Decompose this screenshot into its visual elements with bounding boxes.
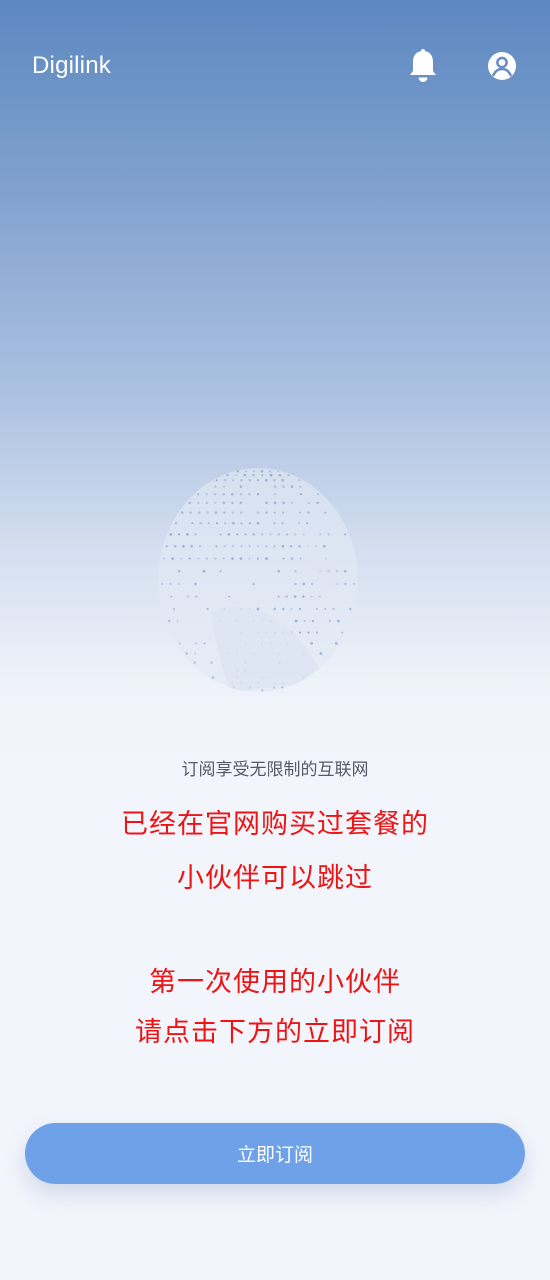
- app-title: Digilink: [32, 52, 111, 79]
- account-circle-icon[interactable]: [486, 50, 518, 82]
- notice-line-2: 小伙伴可以跳过: [177, 863, 373, 894]
- subscription-tagline: 订阅享受无限制的互联网: [181, 760, 369, 780]
- notice-line-1: 已经在官网购买过套餐的: [121, 809, 429, 840]
- notice-line-4: 请点击下方的立即订阅: [135, 1017, 415, 1048]
- globe-illustration: [158, 468, 358, 692]
- subscribe-button[interactable]: 立即订阅: [25, 1123, 525, 1184]
- notice-line-3: 第一次使用的小伙伴: [149, 967, 401, 998]
- bell-icon[interactable]: [406, 48, 440, 84]
